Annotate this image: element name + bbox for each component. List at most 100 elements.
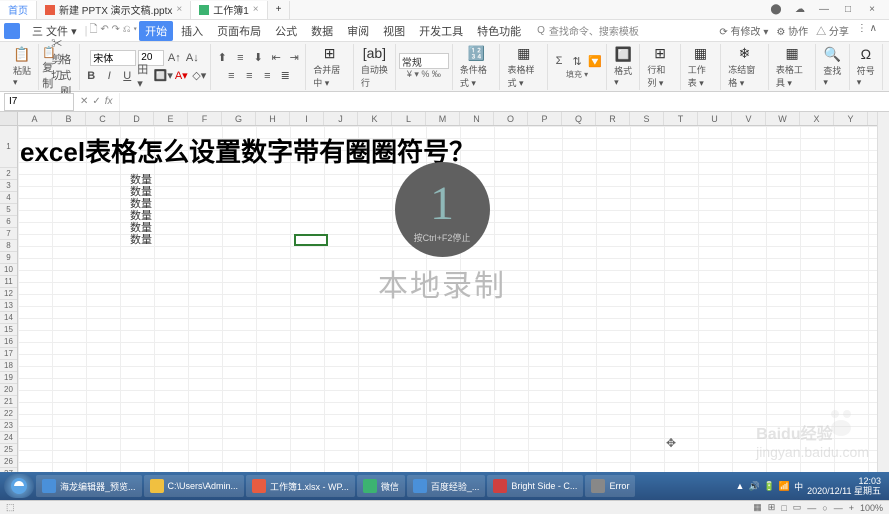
col-head[interactable]: E [154,112,188,125]
col-head[interactable]: H [256,112,290,125]
row-head[interactable]: 24 [0,432,17,444]
row-head[interactable]: 26 [0,456,17,468]
format-button[interactable]: 🔲格式 ▾ [610,43,636,90]
menu-dev[interactable]: 开发工具 [413,21,469,41]
col-head[interactable]: W [766,112,800,125]
underline-button[interactable]: U [119,68,135,84]
col-head[interactable]: D [120,112,154,125]
view-mode-button[interactable]: ⊞ [768,502,776,513]
font-color-button[interactable]: A▾ [173,68,189,84]
paste-button[interactable]: 📋粘贴 ▾ [9,43,35,90]
tray-icon[interactable]: ▲ [736,481,745,491]
filter-button[interactable]: 🔽 [587,53,603,69]
view-mode-button[interactable]: ▦ [753,502,762,513]
tab-workbook[interactable]: 工作簿1 × [191,1,267,19]
maximize-button[interactable]: □ [839,1,857,19]
row-head[interactable]: 23 [0,420,17,432]
zoom-level[interactable]: 100% [860,503,883,513]
align-middle-button[interactable]: ≡ [232,50,248,66]
border-button[interactable]: 田▾ [137,68,153,84]
align-top-button[interactable]: ⬆ [214,50,230,66]
fx-icon[interactable]: fx [105,96,113,107]
tab-home[interactable]: 首页 [0,1,37,19]
menu-insert[interactable]: 插入 [175,21,209,41]
col-head[interactable]: B [52,112,86,125]
col-head[interactable]: I [290,112,324,125]
menu-formula[interactable]: 公式 [269,21,303,41]
col-head[interactable]: M [426,112,460,125]
taskbar-item[interactable]: 百度经验_... [407,475,486,497]
bold-button[interactable]: B [83,68,99,84]
table-tool-button[interactable]: ▦表格工具 ▾ [772,42,813,91]
cond-format-button[interactable]: 🔢条件格式 ▾ [456,42,497,91]
row-head[interactable]: 1 [0,126,17,168]
row-head[interactable]: 15 [0,324,17,336]
taskbar-item[interactable]: 海龙编辑器_预览... [36,475,142,497]
col-head[interactable]: T [664,112,698,125]
col-head[interactable]: K [358,112,392,125]
start-button[interactable] [4,474,34,498]
justify-button[interactable]: ≣ [277,68,293,84]
sum-button[interactable]: Σ [551,53,567,69]
search-box[interactable]: Q 查找命令、搜索模板 [537,23,639,38]
increase-font-button[interactable]: A↑ [166,50,182,66]
view-mode-button[interactable]: ▭ [793,502,802,513]
row-head[interactable]: 4 [0,192,17,204]
taskbar-item[interactable]: Error [585,475,635,497]
copy-button[interactable]: 📋 复制 ▾ [42,67,58,83]
view-mode-button[interactable]: + [849,503,854,513]
more-button[interactable]: ⋮ ∧ [857,23,877,38]
col-head[interactable]: J [324,112,358,125]
view-mode-button[interactable]: — [807,503,816,513]
currency-buttons[interactable]: ¥ ▾ % ‰ [407,69,441,80]
enter-icon[interactable]: ✓ [92,96,100,107]
col-head[interactable]: O [494,112,528,125]
col-head[interactable]: R [596,112,630,125]
side-panel[interactable] [877,112,889,482]
name-box[interactable] [4,93,74,111]
table-style-button[interactable]: ▦表格样式 ▾ [503,42,544,91]
merge-button[interactable]: ⊞合并居中 ▾ [309,42,350,91]
row-head[interactable]: 2 [0,168,17,180]
col-head[interactable]: L [392,112,426,125]
indent-left-button[interactable]: ⇤ [268,50,284,66]
worksheet-button[interactable]: ▦工作表 ▾ [684,42,717,91]
indent-right-button[interactable]: ⇥ [286,50,302,66]
row-head[interactable]: 13 [0,300,17,312]
row-head[interactable]: 5 [0,204,17,216]
col-head[interactable]: F [188,112,222,125]
highlight-button[interactable]: ◇▾ [191,68,207,84]
symbol-button[interactable]: Ω符号 ▾ [853,43,879,90]
align-center-button[interactable]: ≡ [241,68,257,84]
find-button[interactable]: 🔍查找 ▾ [819,43,845,90]
row-head[interactable]: 12 [0,288,17,300]
view-mode-button[interactable]: ○ [822,503,827,513]
close-icon[interactable]: × [253,4,259,15]
cloud-icon[interactable]: ☁ [791,1,809,19]
tray-icon[interactable]: 🔊 [748,481,759,492]
number-format-select[interactable]: 常规 [399,53,449,69]
coop-button[interactable]: ⚙ 协作 [776,23,808,38]
row-head[interactable]: 7 [0,228,17,240]
close-button[interactable]: × [863,1,881,19]
sort-button[interactable]: ⇅ [569,53,585,69]
menu-view[interactable]: 视图 [377,21,411,41]
col-head[interactable]: N [460,112,494,125]
row-head[interactable]: 8 [0,240,17,252]
format-painter-button[interactable]: 格式刷 [60,67,76,83]
tray-icon[interactable]: 中 [794,480,803,493]
active-cell[interactable] [294,234,328,246]
view-mode-button[interactable]: □ [781,503,786,513]
menu-review[interactable]: 审阅 [341,21,375,41]
col-head[interactable]: G [222,112,256,125]
decrease-font-button[interactable]: A↓ [184,50,200,66]
row-head[interactable]: 10 [0,264,17,276]
col-head[interactable]: V [732,112,766,125]
align-left-button[interactable]: ≡ [223,68,239,84]
status-icon[interactable]: ⬚ [6,502,15,513]
row-head[interactable]: 6 [0,216,17,228]
menu-start[interactable]: 开始 [139,21,173,41]
menu-layout[interactable]: 页面布局 [211,21,267,41]
row-head[interactable]: 21 [0,396,17,408]
row-head[interactable]: 16 [0,336,17,348]
